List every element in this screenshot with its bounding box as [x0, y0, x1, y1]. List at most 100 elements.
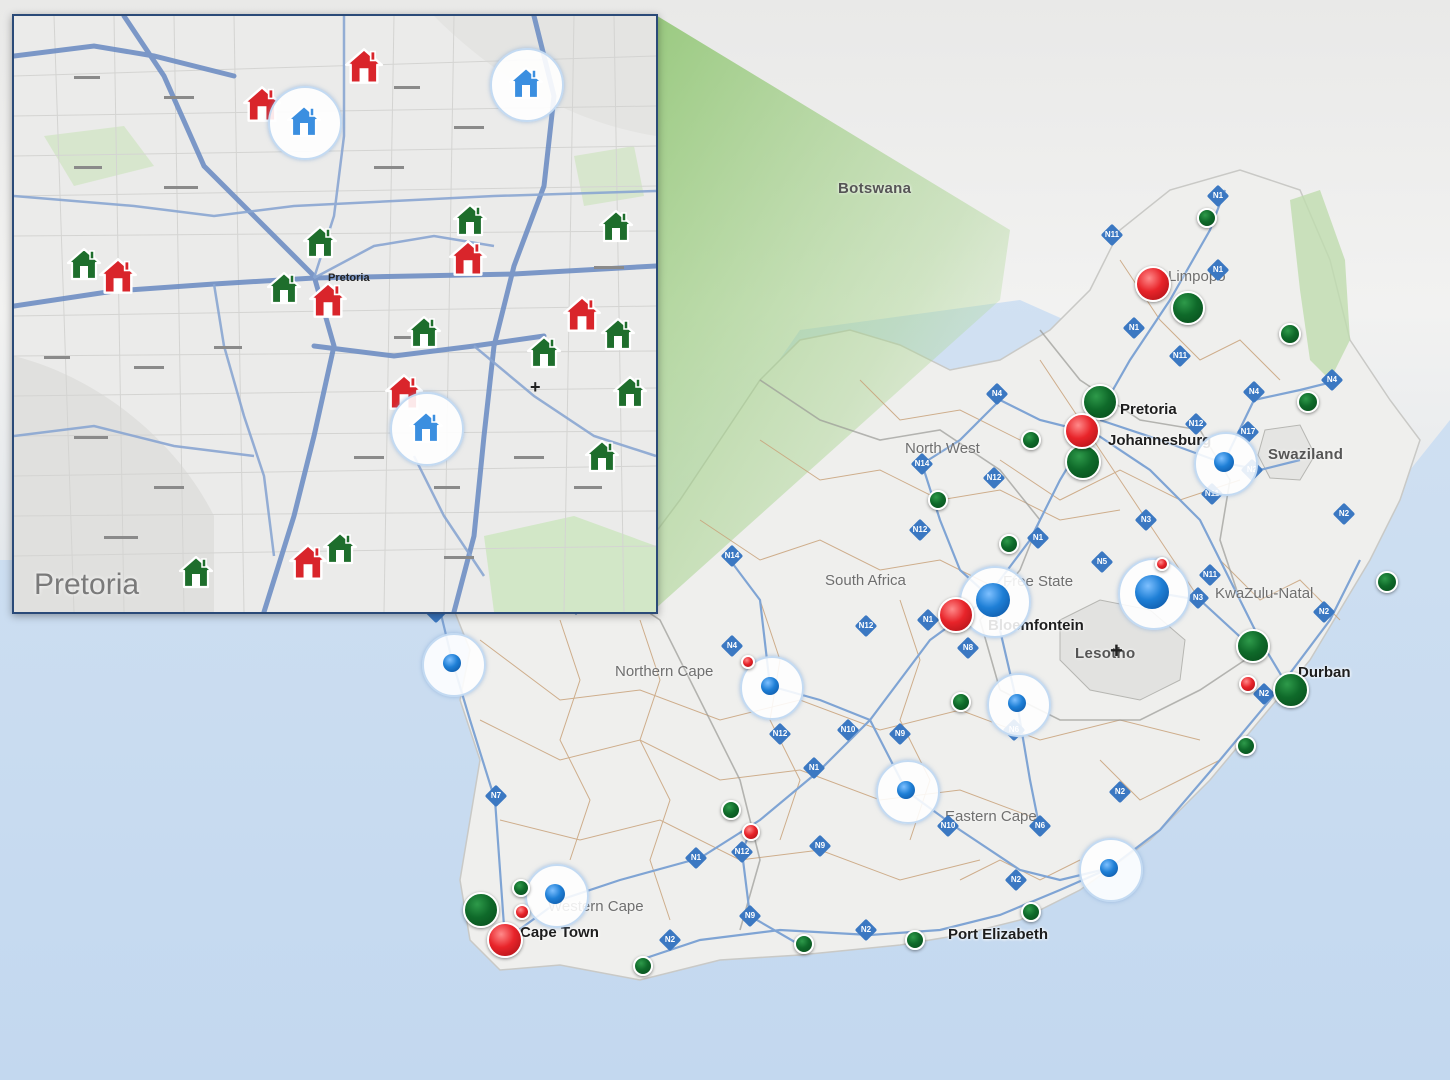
blue-cluster-marker[interactable] — [525, 864, 589, 928]
route-shield-label: N2 — [1258, 689, 1270, 698]
green-marker[interactable] — [1065, 444, 1101, 480]
route-shield: N14 — [720, 544, 744, 568]
country-label: Lesotho — [1075, 645, 1136, 662]
route-shield-label: N2 — [860, 925, 872, 934]
green-marker[interactable] — [951, 692, 971, 712]
green-house-icon[interactable] — [266, 270, 302, 306]
route-shield-label: N11 — [1202, 570, 1218, 579]
blue-marker-core — [1100, 859, 1118, 877]
green-marker[interactable] — [1297, 391, 1319, 413]
green-house-icon[interactable] — [598, 208, 634, 244]
green-marker[interactable] — [633, 956, 653, 976]
red-house-icon[interactable] — [98, 256, 137, 294]
route-shield: N10 — [936, 814, 960, 838]
region-label: Northern Cape — [615, 663, 714, 680]
green-marker[interactable] — [1236, 736, 1256, 756]
blue-cluster-marker[interactable] — [1079, 838, 1143, 902]
green-marker[interactable] — [512, 879, 530, 897]
route-shield: N12 — [768, 722, 792, 746]
green-marker[interactable] — [463, 892, 499, 928]
green-marker[interactable] — [1021, 902, 1041, 922]
route-shield-label: N2 — [664, 935, 676, 944]
green-marker[interactable] — [1197, 208, 1217, 228]
green-house-icon[interactable] — [452, 202, 488, 238]
route-shield: N9 — [888, 722, 912, 746]
green-marker[interactable] — [928, 490, 948, 510]
green-house-icon[interactable] — [526, 334, 562, 370]
green-marker[interactable] — [1171, 291, 1205, 325]
blue-cluster-marker[interactable] — [1118, 558, 1190, 630]
red-house-icon[interactable] — [562, 294, 601, 332]
green-marker[interactable] — [1021, 430, 1041, 450]
route-shield: N6 — [1028, 814, 1052, 838]
route-shield-label: N8 — [962, 643, 974, 652]
green-marker[interactable] — [905, 930, 925, 950]
route-shield: N1 — [1206, 258, 1230, 282]
red-marker[interactable] — [1135, 266, 1171, 302]
green-house-icon[interactable] — [612, 374, 648, 410]
route-shield: N11 — [1198, 563, 1222, 587]
red-marker[interactable] — [741, 655, 755, 669]
green-marker[interactable] — [999, 534, 1019, 554]
route-shield: N1 — [1026, 526, 1050, 550]
blue-marker-core — [761, 677, 779, 695]
blue-marker-core — [443, 654, 461, 672]
red-marker[interactable] — [1155, 557, 1169, 571]
blue-marker-core — [976, 583, 1010, 617]
route-shield-label: N14 — [914, 459, 930, 468]
red-marker[interactable] — [1064, 413, 1100, 449]
city-label: Durban — [1298, 664, 1351, 681]
blue-cluster-marker[interactable] — [987, 673, 1051, 737]
green-marker[interactable] — [721, 800, 741, 820]
red-marker[interactable] — [514, 904, 530, 920]
red-marker[interactable] — [1239, 675, 1257, 693]
red-house-icon[interactable] — [288, 542, 327, 580]
country-label: Swaziland — [1268, 446, 1344, 463]
inset-crosshair: + — [530, 377, 541, 397]
red-house-icon[interactable] — [448, 238, 487, 276]
route-shield-label: N1 — [1212, 265, 1224, 274]
route-shield-label: N12 — [772, 729, 788, 738]
blue-cluster-marker[interactable] — [959, 566, 1031, 638]
route-shield: N2 — [1004, 868, 1028, 892]
map-canvas[interactable]: North West South Africa Free State Northern… — [0, 0, 1450, 1080]
route-shield-label: N4 — [726, 641, 738, 650]
red-marker[interactable] — [938, 597, 974, 633]
route-shield-label: N12 — [734, 847, 750, 856]
green-marker[interactable] — [1273, 672, 1309, 708]
route-shield-label: N2 — [1010, 875, 1022, 884]
route-shield: N1 — [1122, 316, 1146, 340]
route-shield: N12 — [908, 518, 932, 542]
blue-house-icon[interactable] — [490, 48, 564, 122]
route-shield: N1 — [916, 608, 940, 632]
pretoria-inset-map[interactable]: Pretoria + Pretoria — [12, 14, 658, 614]
green-marker[interactable] — [1279, 323, 1301, 345]
red-marker[interactable] — [487, 922, 523, 958]
route-shield: N4 — [1242, 380, 1266, 404]
blue-house-icon[interactable] — [390, 392, 464, 466]
route-shield-label: N9 — [814, 841, 826, 850]
route-shield: N9 — [808, 834, 832, 858]
red-house-icon[interactable] — [344, 46, 383, 84]
route-shield: N12 — [730, 840, 754, 864]
blue-cluster-marker[interactable] — [876, 760, 940, 824]
blue-house-icon[interactable] — [268, 86, 342, 160]
route-shield-label: N3 — [1192, 593, 1204, 602]
green-house-icon[interactable] — [600, 316, 636, 352]
green-marker[interactable] — [1236, 629, 1270, 663]
red-marker[interactable] — [742, 823, 760, 841]
green-house-icon[interactable] — [406, 314, 442, 350]
green-house-icon[interactable] — [178, 554, 214, 590]
blue-cluster-marker[interactable] — [1194, 432, 1258, 496]
green-house-icon[interactable] — [66, 246, 102, 282]
green-marker[interactable] — [1376, 571, 1398, 593]
route-shield-label: N12 — [1188, 419, 1204, 428]
route-shield-label: N4 — [1326, 375, 1338, 384]
green-house-icon[interactable] — [302, 224, 338, 260]
city-label: Port Elizabeth — [948, 926, 1049, 943]
green-house-icon[interactable] — [584, 438, 620, 474]
red-house-icon[interactable] — [308, 280, 347, 318]
green-marker[interactable] — [794, 934, 814, 954]
route-shield: N12 — [1184, 412, 1208, 436]
blue-cluster-marker[interactable] — [422, 633, 486, 697]
